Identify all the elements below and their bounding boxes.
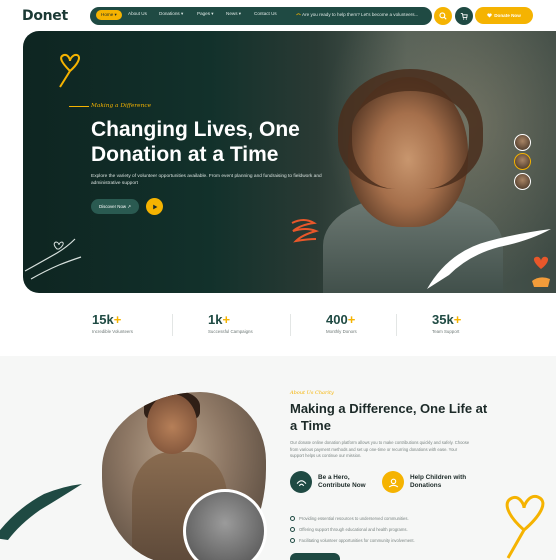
- donate-now-button[interactable]: Donate Now: [475, 7, 533, 24]
- hero-banner: Making a Difference Changing Lives, One …: [23, 31, 556, 293]
- play-video-button[interactable]: [146, 198, 163, 215]
- heart-doodle-yellow-icon: [505, 494, 545, 559]
- feature-icon-badge: [290, 471, 312, 493]
- about-eyebrow: About Us Charity: [290, 390, 334, 396]
- hero-thumb-3[interactable]: [514, 173, 531, 190]
- heart-doodle-icon: [59, 53, 80, 88]
- search-icon: [439, 12, 447, 20]
- about-checklist: Providing essential resources to underse…: [290, 513, 415, 546]
- donation-icon: [388, 478, 398, 487]
- discover-now-button[interactable]: Discover Now ↗: [91, 199, 139, 214]
- nav-item-news[interactable]: News ▾: [226, 11, 241, 17]
- about-photo-child-face: [147, 394, 197, 454]
- stats-bar: 15k+ Incredible Volunteers 1k+ Successfu…: [0, 300, 556, 356]
- scribble-decoration-icon: [291, 219, 320, 243]
- heart-icon: [487, 13, 492, 18]
- list-item: Offering support through educational and…: [290, 524, 415, 535]
- cart-button[interactable]: [455, 7, 473, 25]
- check-text: Facilitating volunteer opportunities for…: [299, 538, 415, 543]
- list-item: Providing essential resources to underse…: [290, 513, 415, 524]
- green-brush-decoration: [0, 484, 82, 540]
- hands-icon: [296, 479, 306, 486]
- search-button[interactable]: [434, 7, 452, 25]
- nav-item-home[interactable]: Home ▾: [96, 10, 122, 20]
- stat-divider: [172, 314, 173, 336]
- nav-item-about[interactable]: About Us: [128, 11, 147, 16]
- cart-icon: [460, 13, 468, 20]
- hero-description: Explore the variety of volunteer opportu…: [91, 174, 322, 186]
- volunteer-promo-link[interactable]: Are you ready to help them? Let's become…: [296, 12, 418, 17]
- donate-now-label: Donate Now: [494, 13, 521, 18]
- stat-label: Monthly Donors: [326, 329, 357, 334]
- stat-divider: [396, 314, 397, 336]
- feature-label: Help Children with Donations: [410, 474, 467, 489]
- hero-thumb-2[interactable]: [514, 153, 531, 170]
- check-icon: [290, 527, 295, 532]
- heart-hand-icon: [532, 256, 550, 287]
- hands-icon: [296, 13, 301, 16]
- stat-divider: [290, 314, 291, 336]
- stat-campaigns: 1k+ Successful Campaigns: [208, 312, 253, 334]
- hands-heart-icon: [24, 238, 82, 280]
- feature-icon-badge: [382, 471, 404, 493]
- stat-label: Incredible Volunteers: [92, 329, 134, 334]
- stat-label: Successful Campaigns: [208, 329, 253, 334]
- stat-support: 35k+ Team Support: [432, 312, 461, 334]
- feature-label: Be a Hero, Contribute Now: [318, 474, 366, 489]
- feature-help-children: Help Children with Donations: [382, 471, 470, 493]
- stat-value: 15k: [92, 312, 114, 327]
- check-icon: [290, 538, 295, 543]
- list-item: Facilitating volunteer opportunities for…: [290, 535, 415, 546]
- play-icon: [152, 204, 157, 209]
- stat-label: Team Support: [432, 329, 460, 334]
- nav-item-contact[interactable]: Contact Us: [254, 11, 277, 16]
- stat-value: 35k: [432, 312, 454, 327]
- eyebrow-line: [69, 106, 89, 107]
- check-text: Offering support through educational and…: [299, 527, 408, 532]
- hero-eyebrow: Making a Difference: [91, 103, 151, 109]
- stat-suffix: +: [347, 312, 356, 327]
- main-nav: Home ▾ About Us Donations ▾ Pages ▾ News…: [90, 7, 432, 25]
- about-description: Our donate online donation platform allo…: [290, 440, 470, 458]
- stat-suffix: +: [453, 312, 462, 327]
- stat-suffix: +: [113, 312, 122, 327]
- promo-text: Are you ready to help them? Let's become…: [302, 12, 419, 17]
- brand-logo[interactable]: Donet: [22, 8, 68, 24]
- check-text: Providing essential resources to underse…: [299, 516, 409, 521]
- feature-be-a-hero: Be a Hero, Contribute Now: [290, 471, 378, 493]
- stat-suffix: +: [222, 312, 231, 327]
- about-title: Making a Difference, One Life at a Time: [290, 401, 488, 433]
- hero-thumb-1[interactable]: [514, 134, 531, 151]
- site-header: Donet Home ▾ About Us Donations ▾ Pages …: [0, 0, 556, 32]
- nav-item-donations[interactable]: Donations ▾: [159, 11, 183, 17]
- about-cta-button[interactable]: [290, 553, 340, 560]
- nav-item-pages[interactable]: Pages ▾: [197, 11, 214, 17]
- hero-title: Changing Lives, One Donation at a Time: [91, 118, 300, 166]
- stat-volunteers: 15k+ Incredible Volunteers: [92, 312, 133, 334]
- stat-value: 400: [326, 312, 348, 327]
- hero-photo-child-hair: [338, 69, 483, 189]
- check-icon: [290, 516, 295, 521]
- stat-value: 1k: [208, 312, 223, 327]
- stat-donors: 400+ Monthly Donors: [326, 312, 357, 334]
